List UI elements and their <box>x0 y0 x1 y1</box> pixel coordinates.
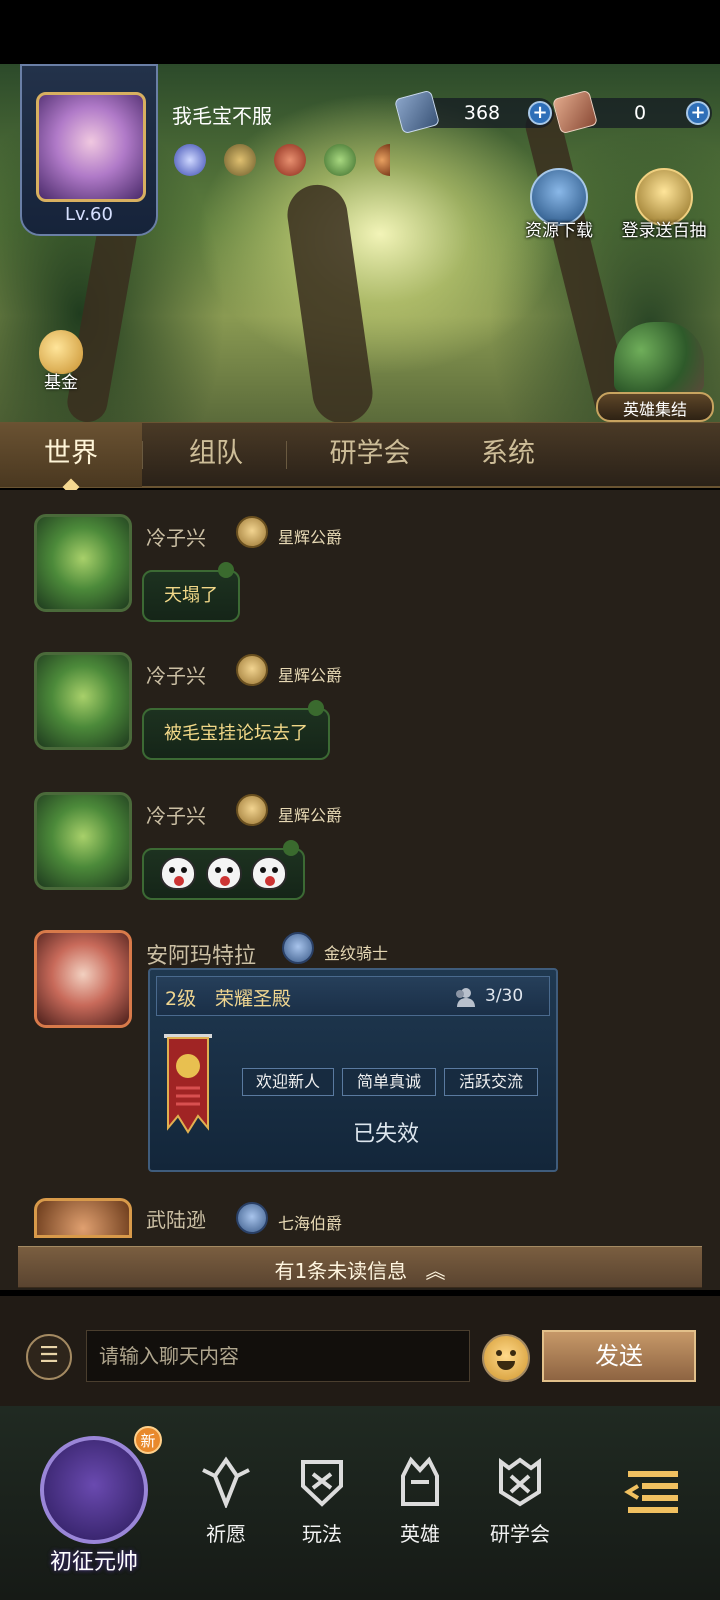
nav-gameplay[interactable]: 玩法 <box>282 1456 362 1547</box>
sender-title: 金纹骑士 <box>324 944 389 963</box>
hero-gather-button[interactable]: 英雄集结 <box>596 322 716 422</box>
resource-download-label: 资源下载 <box>525 221 593 241</box>
nav-academy-label: 研学会 <box>490 1522 550 1546</box>
bottom-navigation: 新 初征元帅 祈愿 玩法 英雄 研学会 <box>0 1406 720 1600</box>
sender-name: 武陆逊 <box>146 1208 206 1232</box>
sender-avatar[interactable] <box>34 1198 132 1238</box>
chat-message-list[interactable]: 冷子兴 星辉公爵 天塌了 冷子兴 星辉公爵 被毛宝挂论坛去了 冷子兴 星辉公爵 … <box>0 490 720 1290</box>
sender-title: 七海伯爵 <box>278 1214 343 1233</box>
sender-title: 星辉公爵 <box>278 806 343 825</box>
chat-message-input[interactable] <box>86 1330 470 1382</box>
unread-label: 有1条未读信息 ︽ <box>18 1255 702 1284</box>
tab-divider <box>286 441 287 469</box>
shocked-cat-emoji-icon <box>251 856 288 890</box>
sender-avatar[interactable] <box>34 652 132 750</box>
hero-gather-label: 英雄集结 <box>622 400 687 419</box>
player-level: Lv.60 <box>65 204 113 225</box>
chevron-up-icon: ︽ <box>425 1259 446 1283</box>
sender-avatar[interactable] <box>34 792 132 890</box>
unicorn-crest-icon <box>40 1436 148 1544</box>
sender-name: 冷子兴 <box>146 804 206 828</box>
helmet-icon <box>401 1456 439 1506</box>
guild-tag: 活跃交流 <box>444 1068 538 1096</box>
shocked-cat-emoji-icon <box>160 856 196 890</box>
list-menu-icon: ☰ <box>39 1343 59 1368</box>
nav-heroes[interactable]: 英雄 <box>380 1456 460 1547</box>
sender-title: 星辉公爵 <box>278 528 343 547</box>
avatar-portrait <box>36 92 146 202</box>
message-bubble[interactable]: 天塌了 <box>142 562 240 622</box>
chat-tabs: 世界 组队 研学会 系统 <box>0 422 720 488</box>
player-avatar[interactable]: Lv.60 <box>20 64 158 236</box>
chat-menu-button[interactable]: ☰ <box>26 1334 72 1380</box>
sender-name: 冷子兴 <box>146 664 206 688</box>
guild-name: 荣耀圣殿 <box>215 988 292 1010</box>
sender-title: 星辉公爵 <box>278 666 343 685</box>
new-badge: 新 <box>134 1426 162 1454</box>
rank-title-icon <box>236 654 268 686</box>
wish-icon <box>202 1456 250 1510</box>
rank-label: 初征元帅 <box>49 1550 138 1575</box>
nav-gameplay-label: 玩法 <box>302 1522 342 1546</box>
login-reward-label: 登录送百抽 <box>621 221 707 241</box>
crystal-count: 368 <box>463 102 501 124</box>
faction-badge-icon[interactable] <box>174 144 206 176</box>
sender-name: 冷子兴 <box>146 526 206 550</box>
sender-avatar[interactable] <box>34 514 132 612</box>
fund-button[interactable]: 基金 <box>30 330 92 393</box>
currency-crystal: 368 + <box>393 89 554 135</box>
nav-wish[interactable]: 祈愿 <box>186 1456 266 1547</box>
tab-system[interactable]: 系统 <box>450 423 566 487</box>
guild-tag: 欢迎新人 <box>242 1068 334 1096</box>
guild-invite-status: 已失效 <box>352 1122 419 1147</box>
tab-world[interactable]: 世界 <box>0 423 142 487</box>
message-bubble[interactable]: 被毛宝挂论坛去了 <box>142 700 330 760</box>
message-bubble[interactable] <box>142 840 306 900</box>
tab-academy[interactable]: 研学会 <box>290 423 450 487</box>
fund-label: 基金 <box>44 373 78 393</box>
rank-emblem-button[interactable]: 新 初征元帅 <box>18 1426 170 1576</box>
guild-member-count: 3/30 <box>485 986 524 1006</box>
members-icon <box>456 988 475 1007</box>
expand-menu-icon[interactable] <box>624 1470 682 1516</box>
unread-text: 有1条未读信息 <box>274 1259 408 1283</box>
sender-name: 安阿玛特拉 <box>146 944 257 969</box>
shocked-cat-emoji-icon <box>205 856 242 890</box>
send-button[interactable]: 发送 <box>542 1330 696 1382</box>
rank-title-icon <box>236 1202 268 1234</box>
guild-invite-card[interactable]: 2级 荣耀圣殿 3/30 欢迎新人 简单真诚 活跃交流 已失效 <box>148 968 558 1172</box>
faction-badge-icon[interactable] <box>224 144 256 176</box>
player-name: 我毛宝不服 <box>172 104 272 128</box>
guild-tag: 简单真诚 <box>342 1068 436 1096</box>
guild-header: 2级 荣耀圣殿 3/30 <box>156 976 550 1016</box>
hero-portraits-icon <box>614 322 704 392</box>
rank-title-icon <box>282 932 314 964</box>
add-ticket-button[interactable]: + <box>686 101 710 125</box>
chat-input-row: ☰ 发送 <box>0 1296 720 1406</box>
status-bar <box>0 0 720 64</box>
resource-download-button[interactable]: 资源下载 <box>524 168 594 241</box>
guild-flag-icon <box>164 1034 212 1134</box>
tab-team[interactable]: 组队 <box>146 423 286 487</box>
nav-heroes-label: 英雄 <box>400 1522 440 1546</box>
login-reward-button[interactable]: 登录送百抽 <box>618 168 710 241</box>
ticket-count: 0 <box>633 102 647 124</box>
tab-divider <box>142 441 143 469</box>
add-crystal-button[interactable]: + <box>528 101 552 125</box>
chat-message-partial: 武陆逊 七海伯爵 <box>0 1198 720 1238</box>
currency-ticket: 0 + <box>551 89 712 135</box>
emoji-picker-button[interactable] <box>482 1334 530 1382</box>
nav-academy[interactable]: 研学会 <box>480 1456 560 1547</box>
nav-wish-label: 祈愿 <box>206 1522 246 1546</box>
unread-messages-bar[interactable]: 有1条未读信息 ︽ <box>18 1246 702 1288</box>
sender-avatar[interactable] <box>34 930 132 1028</box>
academy-crest-icon <box>499 1457 541 1507</box>
gameplay-icon <box>301 1460 343 1507</box>
faction-badge-icon[interactable] <box>274 144 306 176</box>
faction-badge-icon[interactable] <box>324 144 356 176</box>
rank-title-icon <box>236 794 268 826</box>
rank-title-icon <box>236 516 268 548</box>
guild-level: 2级 <box>165 988 197 1010</box>
